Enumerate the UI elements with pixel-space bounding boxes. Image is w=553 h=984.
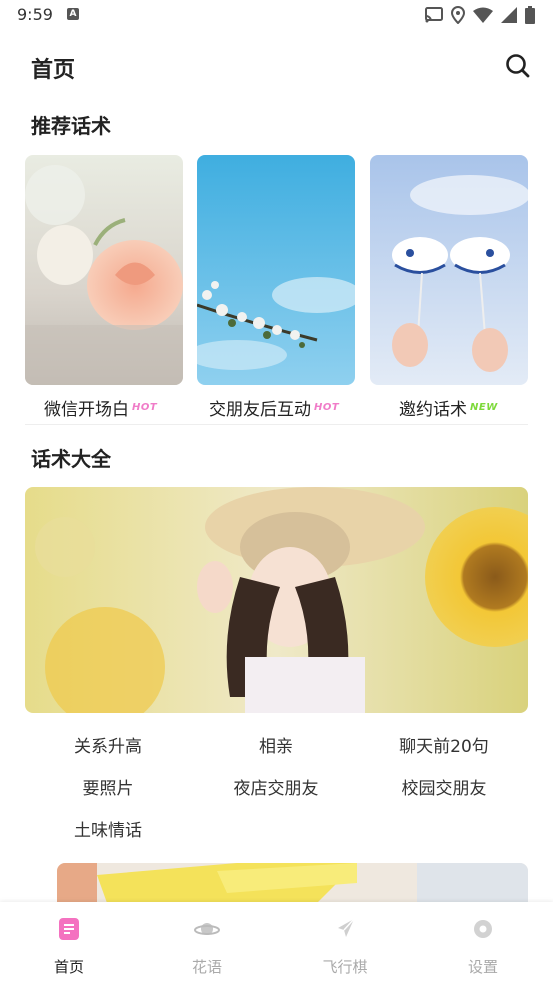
planet-icon [194, 923, 220, 935]
nav-item-flight-chess[interactable]: 飞行棋 [276, 902, 414, 984]
topic-item[interactable]: 要照片 [24, 774, 192, 799]
signal-icon [501, 7, 517, 23]
location-icon [451, 6, 465, 24]
sky-flowers-photo [197, 155, 355, 385]
card-after-friend-interaction[interactable] [197, 155, 355, 385]
plane-icon [338, 918, 355, 937]
bottom-nav: 首页 花语 飞行棋 设置 [0, 902, 553, 984]
nav-item-flower-language[interactable]: 花语 [138, 902, 276, 984]
card-wechat-opener[interactable] [25, 155, 183, 385]
card-caption-invitation-script: 邀约话术 NEW [399, 396, 498, 420]
card-invitation-script[interactable] [370, 155, 528, 385]
page-title: 首页 [31, 58, 76, 83]
section-title-recommend: 推荐话术 [31, 114, 111, 138]
search-icon[interactable] [504, 52, 532, 80]
topic-item[interactable]: 校园交朋友 [360, 774, 528, 799]
gear-icon [474, 920, 492, 938]
status-icons [425, 6, 535, 24]
nav-label: 飞行棋 [322, 958, 368, 976]
topic-item[interactable]: 关系升高 [24, 732, 192, 757]
card-label: 微信开场白 [44, 399, 129, 420]
status-bar: 9:59 A [0, 0, 553, 30]
nav-label: 首页 [53, 958, 84, 976]
note-icon [59, 918, 79, 940]
rose-photo [25, 155, 183, 385]
topics-banner[interactable] [25, 487, 528, 713]
fish-pops-photo [370, 155, 528, 385]
notification-a-icon: A [67, 8, 79, 20]
card-label: 交朋友后互动 [209, 399, 311, 420]
topic-item[interactable]: 聊天前20句 [360, 732, 528, 757]
yellow-notebooks-photo [57, 863, 528, 903]
nav-item-home[interactable]: 首页 [0, 902, 138, 984]
topic-item[interactable]: 土味情话 [24, 816, 192, 841]
battery-icon [525, 6, 535, 24]
search-button[interactable] [504, 52, 532, 80]
divider [25, 424, 528, 425]
nav-label: 设置 [467, 958, 498, 976]
hot-badge: HOT [132, 401, 158, 413]
cast-icon [425, 7, 443, 23]
next-card-peek[interactable] [57, 863, 528, 903]
app-header: 首页 [0, 44, 553, 88]
status-time: 9:59 [17, 5, 53, 24]
card-caption-wechat-opener: 微信开场白 HOT [44, 396, 158, 420]
new-badge: NEW [470, 401, 498, 413]
wifi-icon [473, 7, 493, 23]
card-caption-after-friend-interaction: 交朋友后互动 HOT [209, 396, 340, 420]
topic-item[interactable]: 夜店交朋友 [192, 774, 360, 799]
hot-badge: HOT [314, 401, 340, 413]
card-label: 邀约话术 [399, 399, 467, 420]
topic-item[interactable]: 相亲 [192, 732, 360, 757]
nav-item-settings[interactable]: 设置 [414, 902, 552, 984]
nav-label: 花语 [191, 958, 222, 976]
section-title-all-topics: 话术大全 [31, 447, 111, 471]
girl-sunflower-photo [25, 487, 528, 713]
